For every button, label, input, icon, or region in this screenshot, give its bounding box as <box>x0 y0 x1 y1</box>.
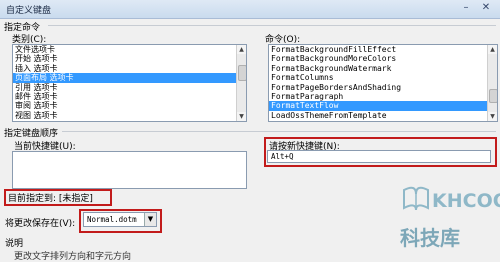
command-item[interactable]: FormatPageBordersAndShading <box>269 83 497 92</box>
divider <box>62 131 496 132</box>
scroll-down-arrow-icon[interactable]: ▼ <box>237 112 246 121</box>
new-key-input[interactable]: Alt+Q <box>267 150 491 163</box>
save-changes-value: Normal.dotm <box>87 215 137 224</box>
divider <box>48 25 496 26</box>
category-item[interactable]: 邮件 选项卡 <box>13 92 246 101</box>
book-logo-icon <box>403 186 429 211</box>
command-item[interactable]: FormatColumns <box>269 73 497 82</box>
save-changes-select[interactable]: Normal.dotm ▼ <box>83 212 157 227</box>
close-icon[interactable]: ✕ <box>478 2 494 14</box>
scroll-up-arrow-icon[interactable]: ▲ <box>237 45 246 54</box>
category-item[interactable]: 开始 选项卡 <box>13 54 246 63</box>
category-item[interactable]: 文件选项卡 <box>13 45 246 54</box>
watermark-brand: KHCOO <box>432 190 500 212</box>
title-bar <box>0 0 500 19</box>
command-item[interactable]: FormatBackgroundMoreColors <box>269 54 497 63</box>
command-item[interactable]: FormatParagraph <box>269 92 497 101</box>
scroll-down-arrow-icon[interactable]: ▼ <box>488 112 497 121</box>
category-item[interactable]: 引用 选项卡 <box>13 83 246 92</box>
scroll-thumb[interactable] <box>489 89 497 103</box>
command-item[interactable]: FormatBackgroundWatermark <box>269 64 497 73</box>
category-item[interactable]: 视图 选项卡 <box>13 111 246 120</box>
description-label: 说明 <box>5 239 24 249</box>
description-text: 更改文字排列方向和字元方向 <box>14 252 132 262</box>
currently-assigned-text: 目前指定到: [未指定] <box>8 194 93 204</box>
commands-list[interactable]: FormatBackgroundFillEffect FormatBackgrou… <box>268 44 498 122</box>
save-changes-label: 将更改保存在(V): <box>5 219 76 229</box>
scroll-thumb[interactable] <box>238 65 246 81</box>
current-keys-list[interactable] <box>12 151 247 189</box>
minimize-icon[interactable]: – <box>458 2 474 14</box>
category-item[interactable]: 审阅 选项卡 <box>13 101 246 110</box>
command-item[interactable]: FormatTextFlow <box>269 101 497 111</box>
categories-list[interactable]: 文件选项卡 开始 选项卡 插入 选项卡 页面布局 选项卡 引用 选项卡 邮件 选项卡 审阅 … <box>12 44 247 122</box>
category-item[interactable]: 页面布局 选项卡 <box>13 73 246 83</box>
watermark-cn: 科技库 <box>400 226 460 250</box>
command-item[interactable]: LoadOssThemeFromTemplate <box>269 111 497 120</box>
new-key-value: Alt+Q <box>271 152 294 161</box>
scroll-up-arrow-icon[interactable]: ▲ <box>488 45 497 54</box>
command-item[interactable]: FormatBackgroundFillEffect <box>269 45 497 54</box>
window-title: 自定义键盘 <box>6 6 52 16</box>
commands-scrollbar[interactable]: ▲ ▼ <box>487 45 497 121</box>
dropdown-arrow-icon[interactable]: ▼ <box>144 213 156 226</box>
keyboard-sequence-group-label: 指定键盘顺序 <box>4 129 59 139</box>
categories-scrollbar[interactable]: ▲ ▼ <box>236 45 246 121</box>
category-item[interactable]: 插入 选项卡 <box>13 64 246 73</box>
